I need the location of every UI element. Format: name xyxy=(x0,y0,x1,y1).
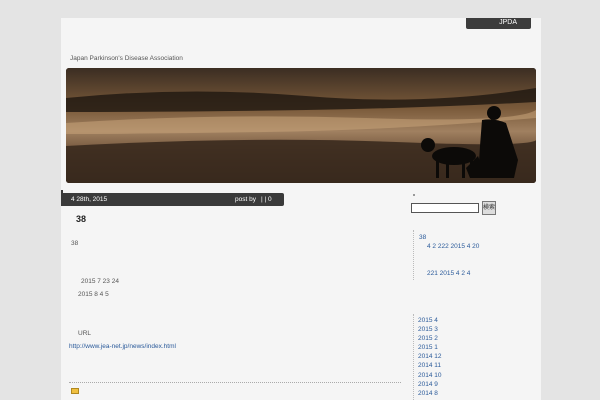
post-date-bar: 4 28th, 2015 post by | | 0 xyxy=(61,193,284,206)
post-text-line: 38 xyxy=(71,240,79,247)
search-button[interactable]: 検索 xyxy=(482,201,496,215)
post-date: 4 28th, 2015 xyxy=(71,196,108,203)
top-nav-link[interactable]: JPDA xyxy=(466,18,531,29)
archive-item[interactable]: 2015 3 xyxy=(418,325,442,334)
recent-entry-link[interactable]: 221 2015 4 2 4 xyxy=(427,270,470,277)
archive-item[interactable]: 2015 4 xyxy=(418,316,442,325)
site-description: Japan Parkinson's Disease Association xyxy=(70,55,183,62)
post-divider xyxy=(69,382,401,383)
sidebar-bullet xyxy=(413,194,415,196)
sidebar-divider xyxy=(413,314,414,400)
post-url-link[interactable]: http://www.jea-net.jp/news/index.html xyxy=(69,343,176,350)
archive-item[interactable]: 2015 1 xyxy=(418,343,442,352)
post-author-label: post by xyxy=(235,196,256,203)
mail-icon[interactable] xyxy=(71,388,79,394)
archive-list: 2015 4 2015 3 2015 2 2015 1 2014 12 2014… xyxy=(418,316,442,398)
archive-item[interactable]: 2014 12 xyxy=(418,352,442,361)
sidebar-divider xyxy=(413,230,414,280)
recent-entry-link[interactable]: 4 2 222 2015 4 20 xyxy=(427,243,479,250)
archive-item[interactable]: 2014 11 xyxy=(418,361,442,370)
archive-item[interactable]: 2014 9 xyxy=(418,380,442,389)
search-input[interactable] xyxy=(411,203,479,213)
archive-item[interactable]: 2015 2 xyxy=(418,334,442,343)
post-text-line: 2015 7 23 24 xyxy=(81,278,119,285)
post-text-line: 2015 8 4 5 xyxy=(78,291,109,298)
header-image xyxy=(66,68,536,183)
post-text-line: URL xyxy=(78,330,92,337)
post-title[interactable]: 38 xyxy=(76,214,86,224)
archive-item[interactable]: 2014 8 xyxy=(418,389,442,398)
page-container: JPDA Japan Parkinson's Disease Associati… xyxy=(61,18,541,400)
recent-title-link[interactable]: 38 xyxy=(419,234,426,241)
post-comment-count[interactable]: | | 0 xyxy=(261,193,272,206)
archive-item[interactable]: 2014 10 xyxy=(418,371,442,380)
